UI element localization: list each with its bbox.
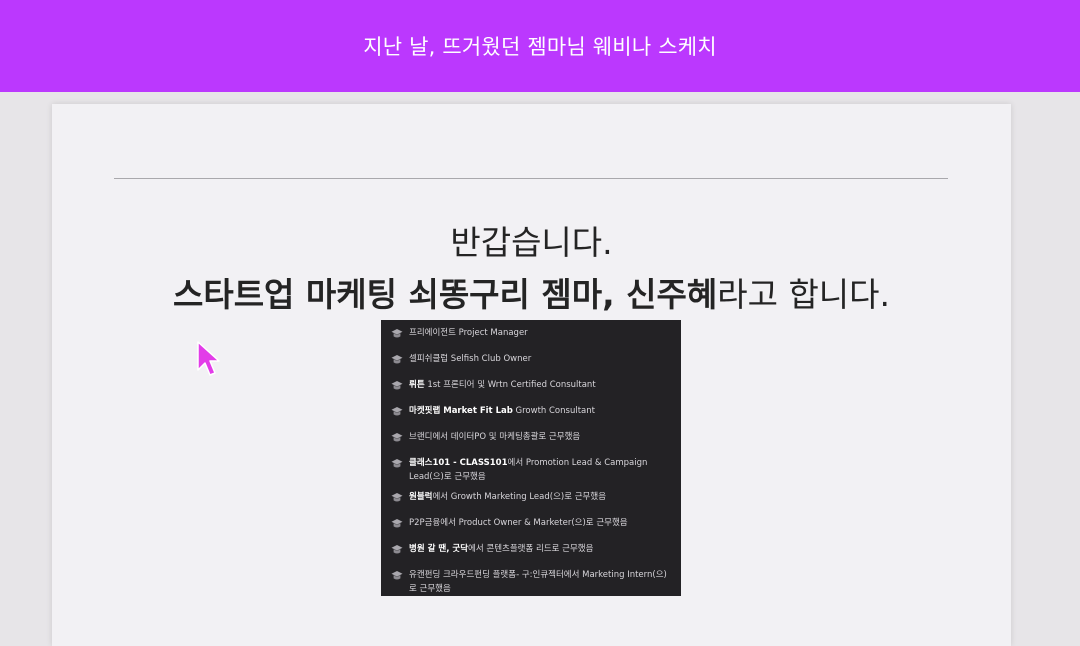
career-item: 뤼튼 1st 프론티어 및 Wrtn Certified Consultant: [381, 378, 681, 393]
mouse-pointer-icon: [197, 341, 220, 376]
career-item-text: P2P금융에서 Product Owner & Marketer(으)로 근무했…: [409, 516, 628, 530]
career-item-role: 유캔펀딩 크라우드펀딩 플랫폼- 구:인큐젝터에서 Marketing Inte…: [409, 570, 667, 594]
career-item-text: 뤼튼 1st 프론티어 및 Wrtn Certified Consultant: [409, 378, 596, 392]
header-banner: 지난 날, 뜨거웠던 젬마님 웨비나 스케치: [0, 0, 1080, 92]
grad-cap-icon: [391, 433, 403, 442]
career-item: 프리에이전트 Project Manager: [381, 326, 681, 341]
career-item: 원블럭에서 Growth Marketing Lead(으)로 근무했음: [381, 490, 681, 505]
career-item-org: 원블럭: [409, 492, 433, 502]
grad-cap-icon: [391, 545, 403, 554]
career-item-text: 프리에이전트 Project Manager: [409, 326, 528, 340]
career-item: 병원 갈 땐, 굿닥에서 콘텐츠플랫폼 리드로 근무했음: [381, 542, 681, 557]
career-item-role: Growth Consultant: [512, 406, 595, 416]
career-item-role: 셀피쉬클럽 Selfish Club Owner: [409, 354, 532, 364]
career-item-text: 브랜디에서 데이터PO 및 마케팅총괄로 근무했음: [409, 430, 580, 444]
career-item-role: 1st 프론티어 및 Wrtn Certified Consultant: [424, 380, 596, 390]
grad-cap-icon: [391, 493, 403, 502]
grad-cap-icon: [391, 459, 403, 468]
career-item-text: 원블럭에서 Growth Marketing Lead(으)로 근무했음: [409, 490, 606, 504]
slide-intro: 스타트업 마케팅 쇠똥구리 젬마, 신주혜라고 합니다.: [52, 268, 1011, 316]
career-item: 클래스101 - CLASS101에서 Promotion Lead & Cam…: [381, 456, 681, 484]
career-item-role: 에서 Growth Marketing Lead(으)로 근무했음: [432, 492, 607, 502]
career-item-text: 마켓핏랩 Market Fit Lab Growth Consultant: [409, 404, 595, 418]
career-item-role: 프리에이전트 Project Manager: [409, 328, 528, 338]
career-item: 마켓핏랩 Market Fit Lab Growth Consultant: [381, 404, 681, 419]
intro-suffix: 라고 합니다.: [717, 275, 891, 314]
intro-name: 스타트업 마케팅 쇠똥구리 젬마, 신주혜: [172, 275, 718, 314]
slide-divider: [114, 178, 948, 179]
slide-greeting: 반갑습니다.: [450, 223, 613, 262]
grad-cap-icon: [391, 355, 403, 364]
career-item-org: 마켓핏랩 Market Fit Lab: [409, 406, 513, 416]
career-item-role: 에서 콘텐츠플랫폼 리드로 근무했음: [468, 544, 594, 554]
career-item-org: 뤼튼: [409, 380, 425, 390]
career-item-role: P2P금융에서 Product Owner & Marketer(으)로 근무했…: [409, 518, 628, 528]
career-item-text: 셀피쉬클럽 Selfish Club Owner: [409, 352, 531, 366]
grad-cap-icon: [391, 407, 403, 416]
career-item-org: 병원 갈 땐, 굿닥: [409, 544, 469, 554]
banner-title: 지난 날, 뜨거웠던 젬마님 웨비나 스케치: [363, 35, 717, 59]
career-item-text: 병원 갈 땐, 굿닥에서 콘텐츠플랫폼 리드로 근무했음: [409, 542, 593, 556]
career-item-text: 클래스101 - CLASS101에서 Promotion Lead & Cam…: [409, 456, 673, 484]
career-list: 프리에이전트 Project Manager 셀피쉬클럽 Selfish Club…: [381, 320, 681, 596]
grad-cap-icon: [391, 329, 403, 338]
career-item: 유캔펀딩 크라우드펀딩 플랫폼- 구:인큐젝터에서 Marketing Inte…: [381, 568, 681, 596]
career-item: 브랜디에서 데이터PO 및 마케팅총괄로 근무했음: [381, 430, 681, 445]
grad-cap-icon: [391, 571, 403, 580]
career-item: 셀피쉬클럽 Selfish Club Owner: [381, 352, 681, 367]
career-item-role: 브랜디에서 데이터PO 및 마케팅총괄로 근무했음: [409, 432, 581, 442]
grad-cap-icon: [391, 381, 403, 390]
career-item-org: 클래스101 - CLASS101: [409, 458, 508, 468]
career-item-text: 유캔펀딩 크라우드펀딩 플랫폼- 구:인큐젝터에서 Marketing Inte…: [409, 568, 673, 596]
career-item: P2P금융에서 Product Owner & Marketer(으)로 근무했…: [381, 516, 681, 531]
grad-cap-icon: [391, 519, 403, 528]
